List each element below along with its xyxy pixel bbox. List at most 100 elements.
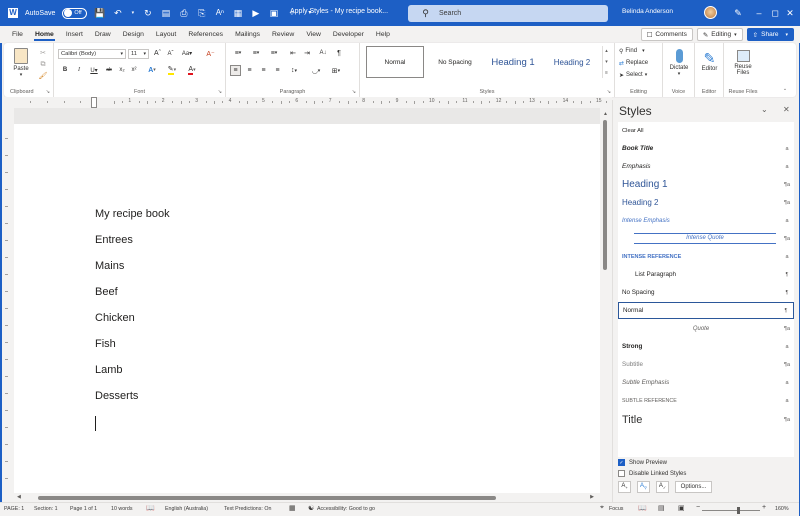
superscript-icon[interactable]: x² <box>129 65 139 75</box>
zoom-slider[interactable] <box>702 510 760 511</box>
style-item-title[interactable]: Title ¶a <box>618 410 794 430</box>
font-name-select[interactable]: Calibri (Body) ▾ <box>58 49 126 59</box>
editor-button[interactable]: ✎ Editor <box>697 46 722 76</box>
style-item-intense-reference[interactable]: Intense Reference a <box>618 248 794 265</box>
style-item-intense-quote[interactable]: Intense Quote ¶a <box>618 230 794 247</box>
pane-options-chevron-icon[interactable]: ⌄ <box>761 105 768 114</box>
save-icon[interactable]: 💾 <box>94 8 105 19</box>
justify-icon[interactable]: ≡ <box>272 65 283 76</box>
copy-icon[interactable]: ⧉ <box>38 60 48 70</box>
style-heading-1[interactable]: Heading 1 <box>484 46 542 78</box>
page-count[interactable]: Page 1 of 1 <box>70 506 97 512</box>
avatar[interactable] <box>704 6 717 19</box>
editing-mode-button[interactable]: ✎ Editing ▾ <box>696 28 743 41</box>
align-left-icon[interactable]: ≡ <box>230 65 241 76</box>
zoom-in-button[interactable]: + <box>762 504 766 511</box>
borders-icon[interactable]: ⊞ ▾ <box>328 65 344 76</box>
align-center-icon[interactable]: ≡ <box>244 65 255 76</box>
style-normal[interactable]: Normal <box>366 46 424 78</box>
styles-pane-launcher-icon[interactable]: ↘ <box>607 89 611 95</box>
doc-paragraph[interactable]: Lamb <box>95 364 123 376</box>
tab-layout[interactable]: Layout <box>150 26 182 43</box>
text-effects-icon[interactable]: A ▾ <box>144 65 160 75</box>
print-layout-icon[interactable]: ▤ <box>658 504 665 512</box>
tab-insert[interactable]: Insert <box>60 26 89 43</box>
change-case-button[interactable]: Aa ▾ <box>178 48 196 59</box>
section-indicator[interactable]: Section: 1 <box>34 506 58 512</box>
page-indicator[interactable]: PAGE: 1 <box>4 506 24 512</box>
tab-developer[interactable]: Developer <box>327 26 370 43</box>
sort-icon[interactable]: A↓ <box>318 48 328 58</box>
doc-paragraph[interactable]: Fish <box>95 338 116 350</box>
scroll-up-icon[interactable]: ▲ <box>603 111 608 117</box>
tab-file[interactable]: File <box>6 26 29 43</box>
language-indicator[interactable]: English (Australia) <box>165 506 208 512</box>
scroll-up-icon[interactable]: ▴ <box>605 48 608 54</box>
text-predictions[interactable]: Text Predictions: On <box>224 506 271 512</box>
manage-styles-button[interactable]: A✓ <box>656 481 669 493</box>
styles-gallery-scroll[interactable]: ▴ ▾ ≡ <box>602 46 610 78</box>
disable-linked-styles-checkbox[interactable]: Disable Linked Styles <box>618 470 686 477</box>
zoom-out-button[interactable]: − <box>696 504 700 511</box>
style-item-book-title[interactable]: Book Title a <box>618 140 794 157</box>
horizontal-scroll-thumb[interactable] <box>38 496 496 500</box>
decrease-indent-icon[interactable]: ⇤ <box>288 48 298 58</box>
paste-button[interactable]: Paste ▾ <box>10 46 32 80</box>
doc-paragraph[interactable]: Mains <box>95 260 124 272</box>
clear-formatting-icon[interactable]: A⁻ <box>205 48 216 59</box>
close-button[interactable]: ✕ <box>776 0 800 26</box>
select-button[interactable]: ➤ Select ▾ <box>619 70 647 80</box>
style-heading-2[interactable]: Heading 2 <box>544 46 600 78</box>
underline-icon[interactable]: U▾ <box>87 65 101 75</box>
style-item-intense-emphasis[interactable]: Intense Emphasis a <box>618 212 794 229</box>
vertical-scrollbar[interactable]: ▲ <box>600 108 610 493</box>
doc-paragraph[interactable]: My recipe book <box>95 208 170 220</box>
dialog-launcher-icon[interactable]: ↘ <box>46 89 50 95</box>
select-objects-icon[interactable]: ▶ <box>250 8 261 19</box>
style-item-no-spacing[interactable]: No Spacing ¶ <box>618 284 794 301</box>
show-formatting-marks-icon[interactable]: ¶ <box>334 48 344 58</box>
strikethrough-icon[interactable]: ab <box>104 65 114 75</box>
tab-help[interactable]: Help <box>370 26 396 43</box>
doc-paragraph[interactable]: Desserts <box>95 390 138 402</box>
share-button[interactable]: ⇧ Share ▾ <box>746 28 794 41</box>
print-icon[interactable]: ⎘ <box>196 8 207 19</box>
tab-mailings[interactable]: Mailings <box>229 26 266 43</box>
search-input[interactable]: ⚲ Search <box>408 5 608 22</box>
shrink-font-icon[interactable]: Aˇ <box>165 48 176 59</box>
print-preview-icon[interactable]: ⎙ <box>178 8 189 19</box>
highlight-icon[interactable]: ✎ ▾ <box>164 65 180 75</box>
line-spacing-icon[interactable]: ↕ ▾ <box>286 65 302 76</box>
web-layout-icon[interactable]: ▣ <box>678 504 685 512</box>
macro-recording-icon[interactable]: ▦ <box>289 504 296 512</box>
focus-mode-button[interactable]: Focus <box>609 506 623 512</box>
doc-paragraph[interactable]: Beef <box>95 286 118 298</box>
increase-indent-icon[interactable]: ⇥ <box>302 48 312 58</box>
find-button[interactable]: ⚲ Find ▾ <box>619 46 645 56</box>
numbering-icon[interactable]: ≡ ▾ <box>248 48 264 58</box>
doc-paragraph[interactable]: Entrees <box>95 234 133 246</box>
document-page[interactable]: My recipe book Entrees Mains Beef Chicke… <box>14 124 602 493</box>
tab-references[interactable]: References <box>182 26 229 43</box>
tab-design[interactable]: Design <box>117 26 150 43</box>
style-item-clear-all[interactable]: Clear All <box>618 122 794 139</box>
proofing-icon[interactable]: 📖 <box>146 504 155 512</box>
style-no-spacing[interactable]: No Spacing <box>428 46 482 78</box>
read-aloud-icon[interactable]: Aⁿ <box>214 8 225 19</box>
zoom-level[interactable]: 160% <box>775 506 789 512</box>
vertical-ruler[interactable] <box>0 108 14 493</box>
dialog-launcher-icon[interactable]: ↘ <box>218 89 222 95</box>
style-item-subtitle[interactable]: Subtitle ¶a <box>618 356 794 373</box>
tab-draw[interactable]: Draw <box>89 26 117 43</box>
replace-button[interactable]: ⇄ Replace <box>619 58 648 68</box>
read-mode-icon[interactable]: 📖 <box>638 504 647 512</box>
grow-font-icon[interactable]: Aˆ <box>152 48 163 59</box>
open-folder-icon[interactable]: ▤ <box>160 8 171 19</box>
font-size-select[interactable]: 11 ▾ <box>128 49 149 59</box>
tab-home[interactable]: Home <box>29 26 60 43</box>
reuse-files-button[interactable]: Reuse Files <box>728 46 758 80</box>
style-item-heading-2[interactable]: Heading 2 ¶a <box>618 194 794 211</box>
style-item-subtle-reference[interactable]: Subtle Reference a <box>618 392 794 409</box>
style-item-normal[interactable]: Normal ¶ <box>618 302 794 319</box>
scroll-down-icon[interactable]: ▾ <box>605 59 608 65</box>
